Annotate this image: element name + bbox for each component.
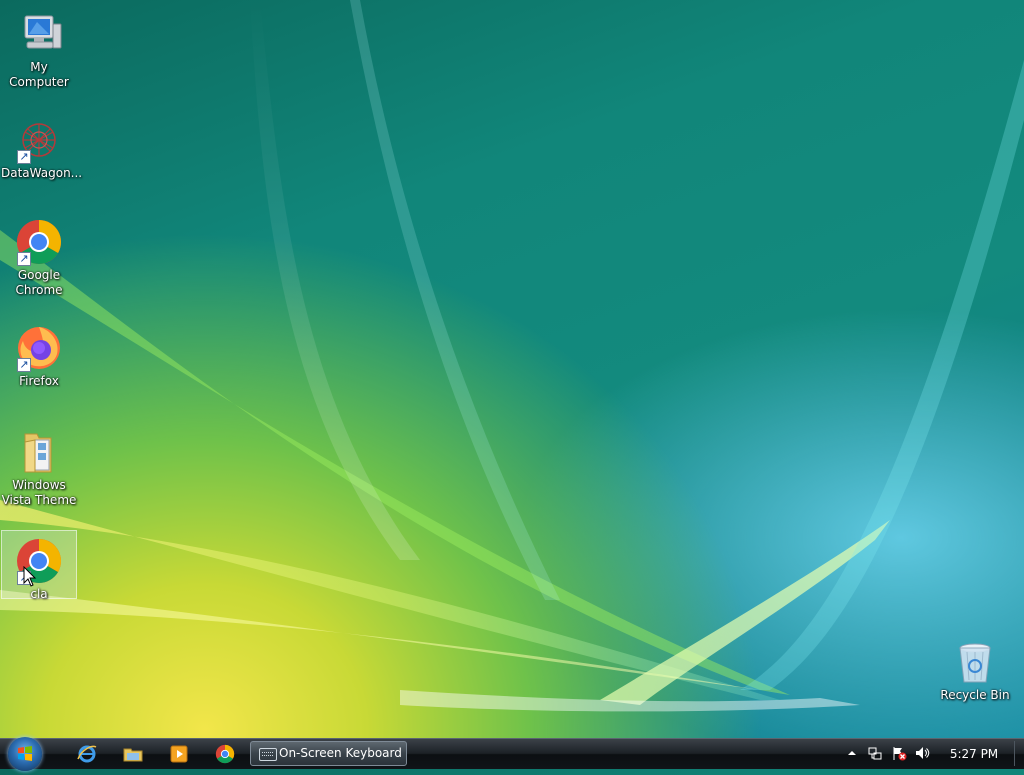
desktop-icon-recycle-bin[interactable]: Recycle Bin (937, 632, 1013, 706)
recycle-bin-icon (951, 638, 999, 686)
desktop-icon-firefox[interactable]: ↗ Firefox (1, 318, 77, 392)
internet-explorer-icon[interactable] (76, 743, 98, 765)
chrome-icon[interactable] (214, 743, 236, 765)
desktop-icon-datawagon[interactable]: ↗ DataWagon... (1, 110, 82, 184)
shortcut-arrow-icon: ↗ (17, 358, 31, 372)
show-hidden-icons-arrow-icon[interactable] (844, 745, 860, 761)
start-orb-icon[interactable] (8, 737, 42, 771)
desktop[interactable]: My Computer ↗ DataWagon... ↗ Google Chro… (0, 0, 1024, 738)
desktop-icon-label: My Computer (9, 60, 69, 89)
shortcut-arrow-icon: ↗ (17, 150, 31, 164)
desktop-icon-label: Recycle Bin (940, 688, 1010, 702)
desktop-icon-label: Firefox (19, 374, 59, 388)
desktop-icon-label: Windows Vista Theme (1, 478, 77, 507)
firefox-icon: ↗ (15, 324, 63, 372)
chrome-icon: ↗ (15, 218, 63, 266)
desktop-icon-cla[interactable]: ↗ cla (1, 530, 77, 601)
wallpaper-swooshes (0, 0, 1024, 712)
folder-icon (15, 428, 63, 476)
mouse-cursor-icon (23, 566, 37, 587)
action-center-flag-icon[interactable] (891, 745, 907, 761)
desktop-icon-label: Google Chrome (15, 268, 63, 297)
datawagon-icon: ↗ (15, 116, 63, 164)
taskbar-button-label: On-Screen Keyboard (279, 746, 402, 760)
volume-icon[interactable] (914, 745, 930, 761)
network-icon[interactable] (867, 745, 883, 761)
taskbar-button-on-screen-keyboard[interactable]: On-Screen Keyboard (250, 741, 407, 766)
taskbar: On-Screen Keyboard 5:27 PM (0, 737, 1024, 771)
desktop-icon-windows-vista-theme[interactable]: Windows Vista Theme (1, 422, 77, 510)
shortcut-arrow-icon: ↗ (17, 252, 31, 266)
desktop-icon-label: DataWagon... (1, 166, 83, 180)
keyboard-icon (259, 748, 277, 761)
taskbar-clock[interactable]: 5:27 PM (944, 739, 1004, 769)
media-player-icon[interactable] (168, 743, 190, 765)
desktop-icon-label: cla (30, 587, 48, 601)
windows-explorer-icon[interactable] (122, 743, 144, 765)
show-desktop-button[interactable] (1014, 741, 1023, 766)
computer-icon (15, 10, 63, 58)
desktop-icon-my-computer[interactable]: My Computer (1, 4, 77, 89)
desktop-icon-google-chrome[interactable]: ↗ Google Chrome (1, 212, 77, 300)
